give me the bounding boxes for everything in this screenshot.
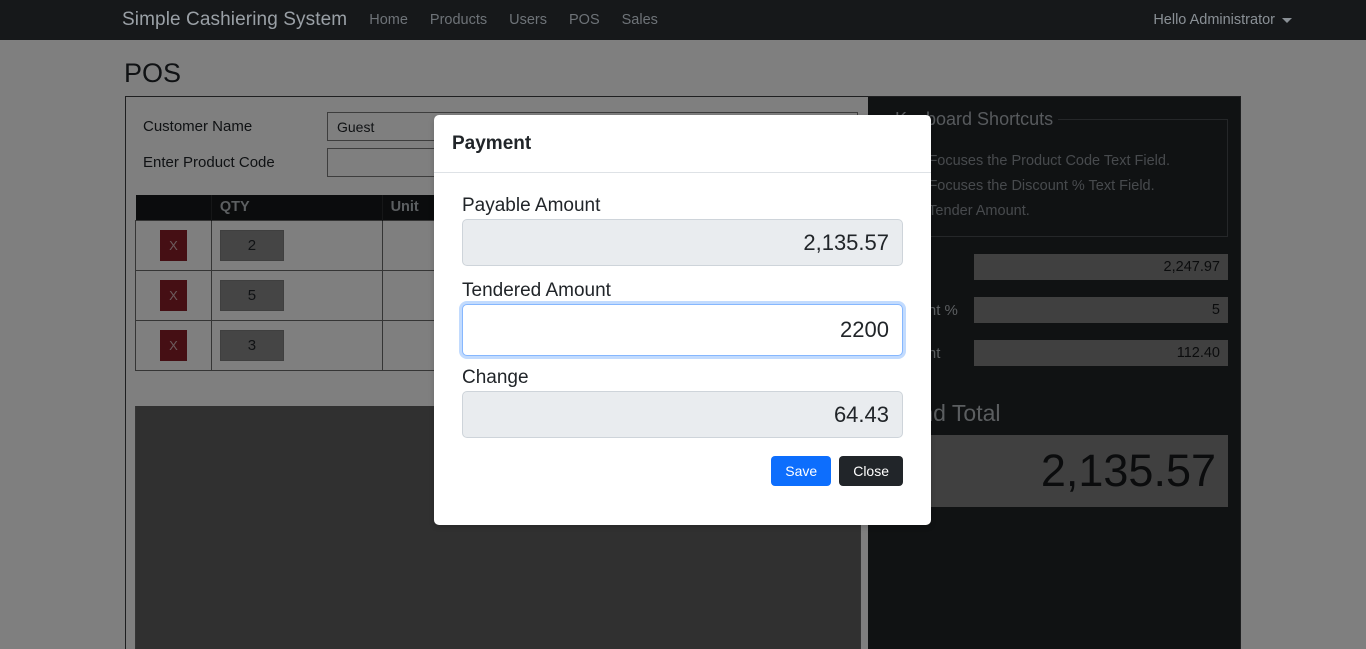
payment-modal-body: Payable Amount 2,135.57 Tendered Amount …: [434, 173, 931, 438]
payable-amount-field: 2,135.57: [462, 219, 903, 266]
close-button[interactable]: Close: [839, 456, 903, 486]
tendered-amount-label: Tendered Amount: [462, 280, 611, 301]
nav-links: Home Products Users POS Sales: [369, 12, 658, 28]
save-button[interactable]: Save: [771, 456, 832, 486]
chevron-down-icon: [1282, 17, 1292, 23]
nav-link-home[interactable]: Home: [369, 12, 408, 28]
payment-modal-header: Payment: [434, 115, 931, 173]
payable-amount-label: Payable Amount: [462, 195, 601, 216]
change-label: Change: [462, 367, 529, 388]
app-root: Simple Cashiering System Home Products U…: [0, 0, 1366, 649]
user-menu-label: Hello Administrator: [1153, 12, 1275, 28]
tendered-amount-input[interactable]: [462, 304, 903, 356]
change-field: 64.43: [462, 391, 903, 438]
nav-link-users[interactable]: Users: [509, 12, 547, 28]
user-menu[interactable]: Hello Administrator: [1153, 12, 1292, 28]
payment-modal-footer: Save Close: [434, 438, 931, 486]
payment-modal-title: Payment: [452, 132, 532, 154]
nav-link-products[interactable]: Products: [430, 12, 487, 28]
nav-link-sales[interactable]: Sales: [622, 12, 658, 28]
nav-link-pos[interactable]: POS: [569, 12, 600, 28]
payment-modal: Payment Payable Amount 2,135.57 Tendered…: [434, 115, 931, 525]
brand-title: Simple Cashiering System: [122, 9, 348, 30]
navbar: Simple Cashiering System Home Products U…: [0, 0, 1366, 40]
